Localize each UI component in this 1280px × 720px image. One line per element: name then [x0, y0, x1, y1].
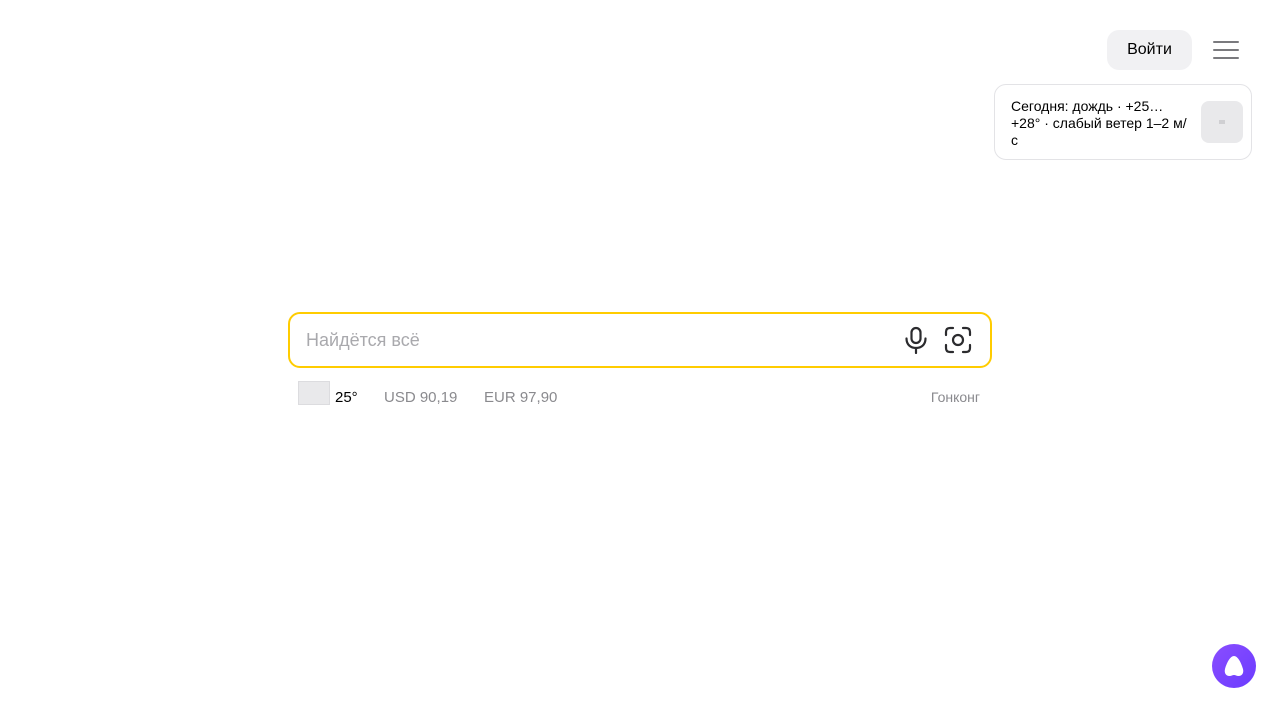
search-box	[288, 312, 992, 368]
hamburger-menu-icon	[1213, 41, 1239, 59]
camera-icon	[944, 326, 972, 354]
menu-button[interactable]	[1206, 30, 1246, 70]
search-input[interactable]	[306, 314, 896, 366]
alice-icon	[1224, 656, 1244, 676]
image-search-button[interactable]	[942, 324, 974, 356]
voice-search-button[interactable]	[900, 324, 932, 356]
page: Войти Сегодня: дождь · +25…+28° · слабый…	[0, 0, 1280, 720]
city-link[interactable]: Гонконг	[931, 389, 980, 405]
alice-button[interactable]	[1212, 644, 1256, 688]
temperature-value[interactable]: 25°	[335, 389, 358, 406]
weather-forecast-text: Сегодня: дождь · +25…+28° · слабый ветер…	[1011, 98, 1187, 148]
informers-row: 25° USD 90,19 EUR 97,90 Гонконг	[298, 380, 980, 408]
microphone-icon	[905, 326, 927, 354]
weather-image	[1201, 101, 1243, 143]
weather-image[interactable]	[298, 381, 330, 405]
eur-rate[interactable]: EUR 97,90	[484, 389, 557, 406]
login-button[interactable]: Войти	[1107, 30, 1192, 70]
weather-card[interactable]: Сегодня: дождь · +25…+28° · слабый ветер…	[994, 84, 1252, 160]
usd-rate[interactable]: USD 90,19	[384, 389, 457, 406]
